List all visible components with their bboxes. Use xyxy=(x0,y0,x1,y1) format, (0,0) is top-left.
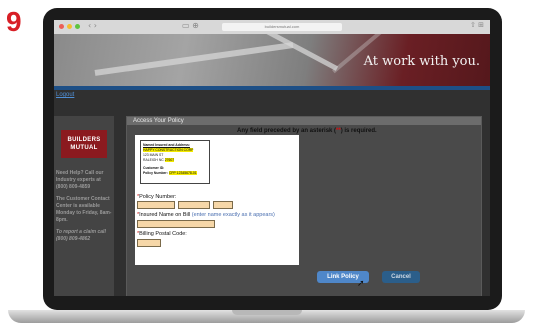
logout-link[interactable]: Logout xyxy=(56,92,74,98)
sample-policy-label: Policy Number: xyxy=(143,171,168,175)
url-bar[interactable]: buildersmutual.com xyxy=(222,23,342,31)
logo-line-1: BUILDERS xyxy=(67,137,101,143)
share-tabs-icon[interactable]: ⇧ ⊞ xyxy=(470,21,484,29)
minimize-window-dot-icon[interactable] xyxy=(67,24,72,29)
mouse-pointer-icon: ➚ xyxy=(357,279,365,289)
insured-name-input[interactable] xyxy=(137,220,215,228)
hero-banner: At work with you. xyxy=(54,34,490,86)
postal-code-input[interactable] xyxy=(137,239,161,247)
required-note-suffix: ) is required. xyxy=(340,128,377,134)
help-text: Need Help? Call our Industry experts at … xyxy=(56,170,104,190)
sample-city: RALEIGH NC xyxy=(143,158,164,162)
panel-title: Access Your Policy xyxy=(127,117,481,125)
required-note-prefix: Any field preceded by an asterisk ( xyxy=(237,128,337,134)
access-policy-panel: Access Your Policy Any field preceded by… xyxy=(126,116,482,296)
postal-code-label: *Billing Postal Code: xyxy=(137,231,187,237)
steel-beam-graphic xyxy=(94,42,294,76)
claim-text: To report a claim call (800) 809-4862 xyxy=(56,229,106,242)
policy-number-input[interactable] xyxy=(178,201,210,209)
cancel-button[interactable]: Cancel xyxy=(382,271,420,283)
laptop-notch xyxy=(232,310,302,315)
sample-zip: 27607 xyxy=(164,158,175,162)
policy-prefix-input[interactable] xyxy=(137,201,175,209)
maximize-window-dot-icon[interactable] xyxy=(75,24,80,29)
step-number: 9 xyxy=(6,6,22,37)
policy-number-label: *Policy Number: xyxy=(137,194,176,200)
tab-overview-icon[interactable]: ▭ ⊕ xyxy=(182,21,199,30)
close-window-dot-icon[interactable] xyxy=(59,24,64,29)
builders-mutual-logo: BUILDERS MUTUAL xyxy=(61,130,107,158)
postal-code-label-text: Billing Postal Code: xyxy=(139,231,187,237)
insured-name-hint: (enter name exactly as it appears) xyxy=(191,212,275,218)
policy-suffix-input[interactable] xyxy=(213,201,233,209)
policy-form-card: Named Insured and Address: HAPPY CONSTRU… xyxy=(135,135,299,265)
sidebar: BUILDERS MUTUAL Need Help? Call our Indu… xyxy=(54,116,114,296)
insured-name-label: *Insured Name on Bill (enter name exactl… xyxy=(137,212,275,218)
header-divider xyxy=(54,86,490,90)
policy-number-label-text: Policy Number: xyxy=(139,194,177,200)
required-note: Any field preceded by an asterisk (**) i… xyxy=(237,128,377,134)
sample-policy-value: CPP 12345678-01 xyxy=(168,171,197,175)
insured-name-label-text: Insured Name on Bill xyxy=(139,212,191,218)
sample-bill-image: Named Insured and Address: HAPPY CONSTRU… xyxy=(140,140,210,184)
back-forward-arrows-icon[interactable]: ‹ › xyxy=(88,21,97,30)
sample-company: HAPPY CONSTRUCTION CORP xyxy=(143,148,194,152)
browser-toolbar: ‹ › ▭ ⊕ buildersmutual.com ⇧ ⊞ xyxy=(54,20,490,35)
logo-line-2: MUTUAL xyxy=(70,145,98,151)
contact-center-text: The Customer Contact Center is available… xyxy=(56,196,112,223)
laptop-screen: ‹ › ▭ ⊕ buildersmutual.com ⇧ ⊞ At work w… xyxy=(54,20,490,296)
hero-tagline: At work with you. xyxy=(363,54,480,69)
